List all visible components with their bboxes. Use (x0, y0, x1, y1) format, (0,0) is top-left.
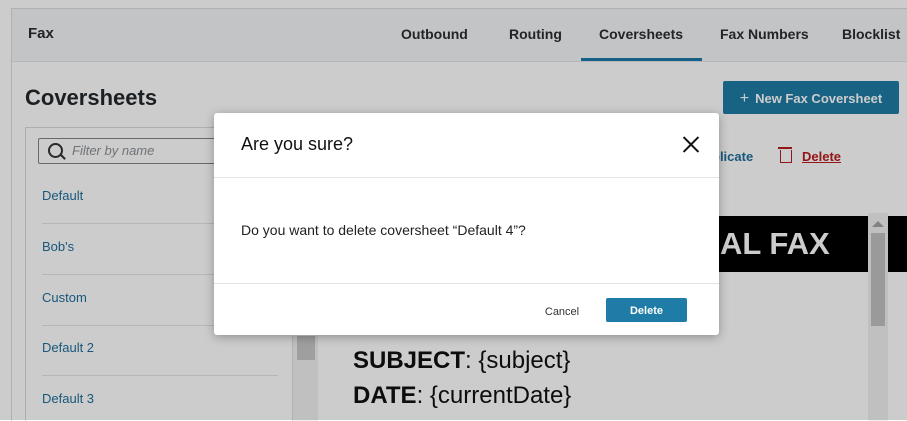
dialog-title: Are you sure? (241, 134, 354, 154)
dialog-divider (214, 177, 719, 178)
delete-button[interactable]: Delete (606, 298, 687, 322)
confirm-delete-dialog: Are you sure? Do you want to delete cove… (214, 113, 719, 335)
dialog-divider (214, 283, 719, 284)
close-icon[interactable] (681, 134, 701, 154)
dialog-message: Do you want to delete coversheet “Defaul… (241, 222, 526, 238)
cancel-button[interactable]: Cancel (534, 299, 590, 323)
